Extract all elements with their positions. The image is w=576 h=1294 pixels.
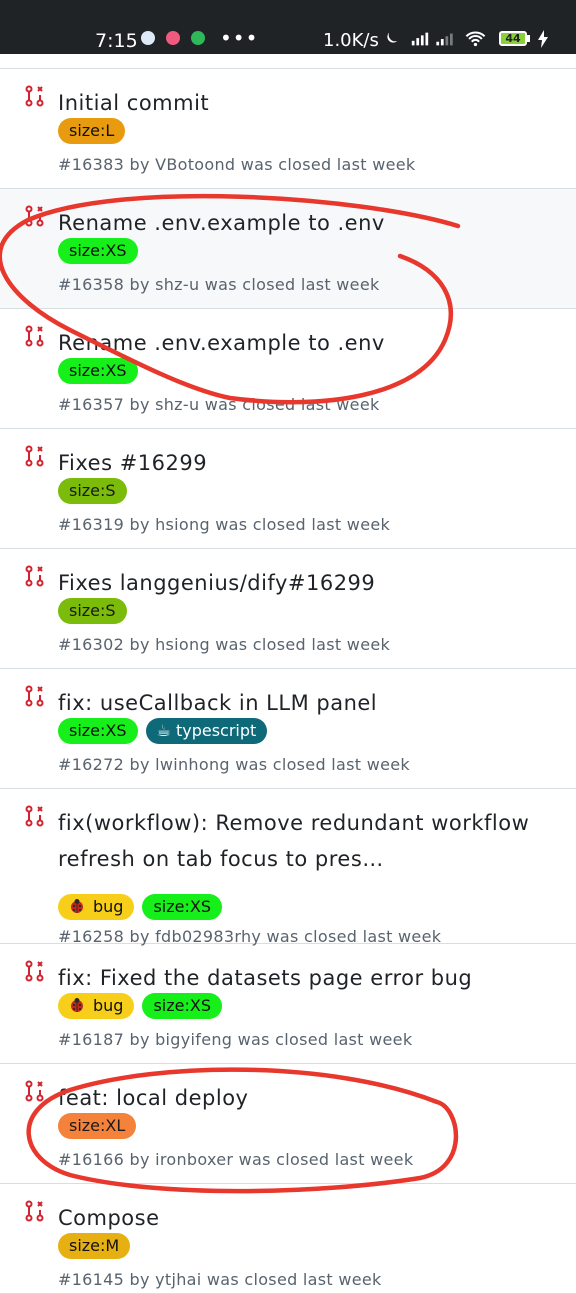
label-text: size:S <box>69 481 116 500</box>
closed-pull-request-icon <box>25 325 44 347</box>
closed-pull-request-icon <box>25 1080 44 1102</box>
pull-request-title[interactable]: feat: local deploy <box>58 1080 538 1116</box>
closed-pull-request-icon <box>25 805 44 827</box>
label-text: bug <box>93 996 124 1015</box>
label-text: size:XS <box>69 241 127 260</box>
more-notifications-icon: ••• <box>220 26 259 50</box>
pull-request-item[interactable]: Initial commit size:L #16383 by VBotoond w… <box>0 69 576 189</box>
closed-pull-request-icon <box>25 445 44 467</box>
closed-pull-request-icon <box>25 960 44 982</box>
pull-request-meta: #16383 by VBotoond was closed last week <box>58 155 416 174</box>
size-label[interactable]: size:M <box>58 1233 131 1259</box>
label-text: size:L <box>69 121 115 140</box>
download-notification-icon <box>191 31 205 45</box>
signal-2-icon <box>436 33 453 46</box>
battery-icon: 44 <box>499 31 527 46</box>
label-row: size:XS ☕ typescript <box>58 718 275 744</box>
label-text: size:XL <box>69 1116 126 1135</box>
pull-request-title[interactable]: Rename .env.example to .env <box>58 205 538 241</box>
label-row: bug size:XS <box>58 993 230 1019</box>
size-label[interactable]: size:XS <box>58 358 138 384</box>
pull-request-item[interactable]: feat: local deploy size:XL #16166 by ironb… <box>0 1064 576 1184</box>
status-time: 7:15 <box>95 30 138 52</box>
pull-request-title[interactable]: fix: Fixed the datasets page error bug <box>58 960 538 996</box>
do-not-disturb-icon <box>387 32 398 43</box>
size-label[interactable]: size:XS <box>142 894 222 920</box>
closed-pull-request-icon <box>25 85 44 107</box>
pull-request-title[interactable]: fix: useCallback in LLM panel <box>58 685 538 721</box>
label-row: size:XS <box>58 358 146 384</box>
pull-request-meta: #16272 by lwinhong was closed last week <box>58 755 410 774</box>
pull-request-item[interactable]: fix: Fixed the datasets page error bug bu… <box>0 944 576 1064</box>
pull-request-item[interactable]: Rename .env.example to .env size:XS #16358… <box>0 189 576 309</box>
pull-request-title[interactable]: Compose <box>58 1200 538 1236</box>
size-label[interactable]: size:XL <box>58 1113 137 1139</box>
battery-tip <box>527 35 530 42</box>
pull-request-meta: #16358 by shz-u was closed last week <box>58 275 380 294</box>
pull-request-title[interactable]: Initial commit <box>58 85 538 121</box>
pull-request-title[interactable]: Rename .env.example to .env <box>58 325 538 361</box>
label-text: ☕ typescript <box>156 721 257 740</box>
size-label[interactable]: size:L <box>58 118 126 144</box>
pull-request-title[interactable]: Fixes langgenius/dify#16299 <box>58 565 538 601</box>
pull-request-item[interactable]: fix(workflow): Remove redundant workflow… <box>0 789 576 946</box>
pull-request-list: Initial commit size:L #16383 by VBotoond w… <box>0 69 576 1294</box>
label-text: size:XS <box>153 897 211 916</box>
size-label[interactable]: size:XS <box>58 238 138 264</box>
label-row: size:XS <box>58 238 146 264</box>
ladybug-icon <box>71 899 83 913</box>
label-row: bug size:XS <box>58 894 230 920</box>
bug-label[interactable]: bug <box>58 993 135 1019</box>
label-text: size:M <box>69 1236 120 1255</box>
label-text: bug <box>93 897 124 916</box>
label-row: size:L <box>58 118 133 144</box>
size-label[interactable]: size:XS <box>142 993 222 1019</box>
label-text: size:XS <box>69 361 127 380</box>
signal-wifi-icons <box>387 31 486 47</box>
label-text: size:XS <box>153 996 211 1015</box>
size-label[interactable]: size:S <box>58 478 127 504</box>
label-row: size:M <box>58 1233 138 1259</box>
label-text: size:XS <box>69 721 127 740</box>
closed-pull-request-icon <box>25 685 44 707</box>
pull-request-item[interactable]: Fixes langgenius/dify#16299 size:S #16302 … <box>0 549 576 669</box>
size-label[interactable]: size:S <box>58 598 127 624</box>
pull-request-title[interactable]: Fixes #16299 <box>58 445 538 481</box>
wifi-icon <box>465 31 486 43</box>
closed-pull-request-icon <box>25 205 44 227</box>
label-text: size:S <box>69 601 116 620</box>
pull-request-meta: #16166 by ironboxer was closed last week <box>58 1150 414 1169</box>
pull-request-meta: #16187 by bigyifeng was closed last week <box>58 1030 413 1049</box>
pull-request-item[interactable]: Compose size:M #16145 by ytjhai was closed… <box>0 1184 576 1294</box>
bug-label[interactable]: bug <box>58 894 135 920</box>
label-row: size:S <box>58 598 135 624</box>
pull-request-item[interactable]: fix: useCallback in LLM panel size:XS ☕ ty… <box>0 669 576 789</box>
closed-pull-request-icon <box>25 1200 44 1222</box>
pull-request-item[interactable]: Rename .env.example to .env size:XS #16357… <box>0 309 576 429</box>
charging-icon <box>538 30 548 48</box>
network-speed: 1.0K/s <box>323 30 379 51</box>
app-notification-icon <box>141 31 155 45</box>
pull-request-meta: #16319 by hsiong was closed last week <box>58 515 391 534</box>
size-label[interactable]: size:XS <box>58 718 138 744</box>
label-row: size:XL <box>58 1113 144 1139</box>
calendar-notification-icon <box>166 31 180 45</box>
pull-request-title[interactable]: fix(workflow): Remove redundant workflow… <box>58 805 538 877</box>
status-bar: 7:15 ••• 1.0K/s 44 <box>0 0 576 54</box>
ladybug-icon <box>71 998 83 1012</box>
signal-1-icon <box>411 32 429 46</box>
typescript-label[interactable]: ☕ typescript <box>145 718 268 744</box>
pull-request-meta: #16357 by shz-u was closed last week <box>58 395 380 414</box>
pull-request-item[interactable]: Fixes #16299 size:S #16319 by hsiong was c… <box>0 429 576 549</box>
pull-request-meta: #16302 by hsiong was closed last week <box>58 635 391 654</box>
label-row: size:S <box>58 478 135 504</box>
closed-pull-request-icon <box>25 565 44 587</box>
